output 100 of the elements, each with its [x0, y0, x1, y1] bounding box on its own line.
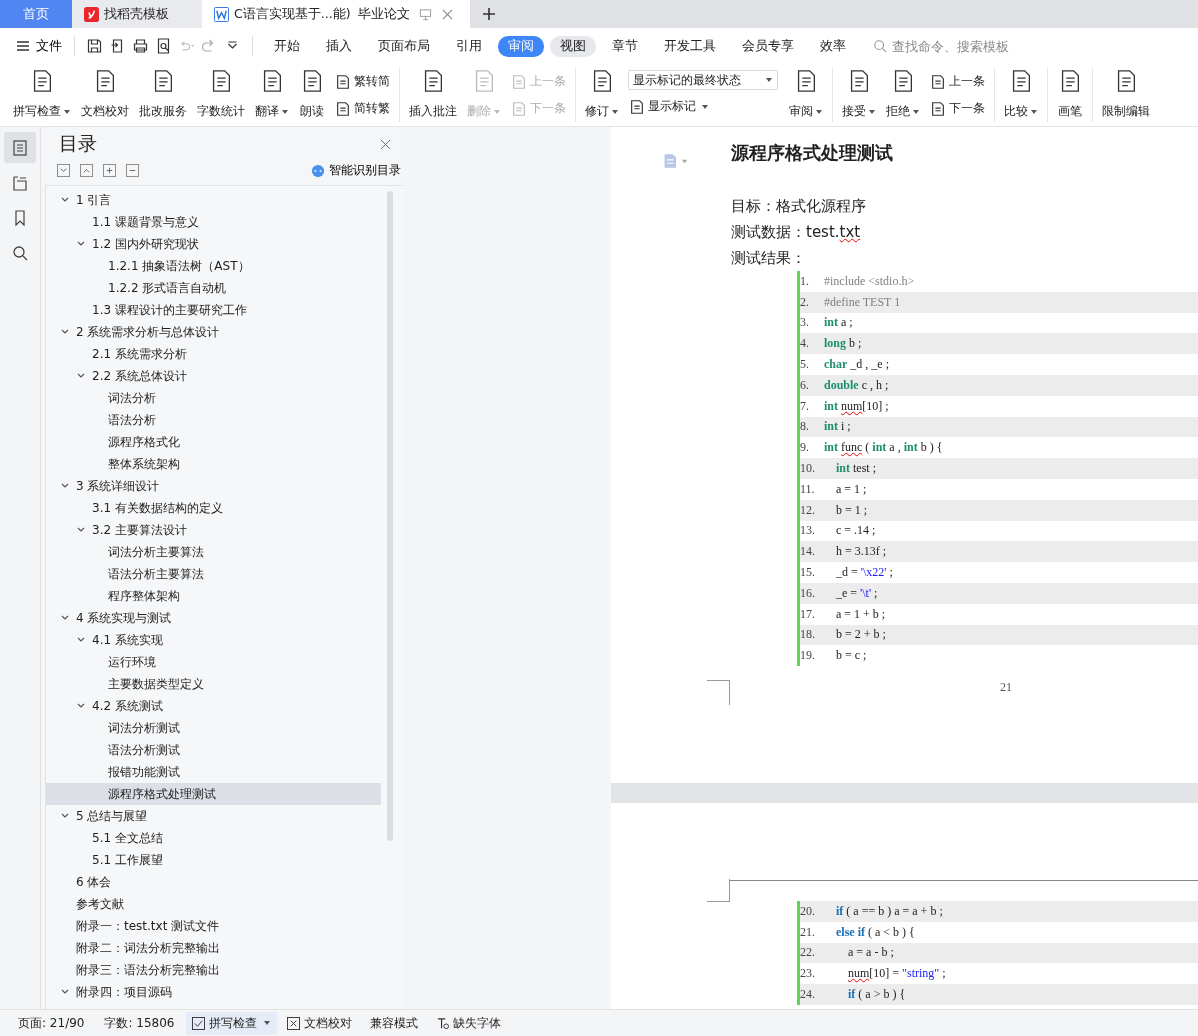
outline-item[interactable]: 1.2 国内外研究现状 — [46, 233, 381, 255]
outline-item[interactable]: 6 体会 — [46, 871, 381, 893]
ribbon-button[interactable]: 简转繁 — [330, 95, 395, 122]
outline-item[interactable]: 语法分析 — [46, 409, 381, 431]
outline-item[interactable]: 5.1 工作展望 — [46, 849, 381, 871]
ribbon-button[interactable]: 拼写检查 — [8, 68, 76, 122]
outline-item[interactable]: 源程序格式化 — [46, 431, 381, 453]
outline-item[interactable]: 附录一：test.txt 测试文件 — [46, 915, 381, 937]
ribbon-button[interactable]: 修订 — [580, 68, 624, 122]
outline-item[interactable]: 词法分析主要算法 — [46, 541, 381, 563]
ribbon-button[interactable]: 限制编辑 — [1097, 68, 1155, 122]
outline-item[interactable]: 词法分析 — [46, 387, 381, 409]
outline-item[interactable]: 4.2 系统测试 — [46, 695, 381, 717]
caret-icon — [1030, 107, 1038, 116]
new-tab-icon[interactable] — [482, 7, 496, 21]
preview-icon[interactable] — [155, 38, 172, 54]
outline-item[interactable]: 2.1 系统需求分析 — [46, 343, 381, 365]
outline-item[interactable]: 3.1 有关数据结构的定义 — [46, 497, 381, 519]
file-menu-button[interactable]: 文件 — [12, 35, 66, 57]
ribbon-button[interactable]: 审阅 — [784, 68, 828, 122]
ribbon-button[interactable]: 字数统计 — [192, 68, 250, 122]
outline-item[interactable]: 报错功能测试 — [46, 761, 381, 783]
smart-toc-button[interactable]: 智能识别目录 — [311, 162, 401, 179]
ribbon-button[interactable]: 上一条 — [925, 68, 990, 95]
ribbon-button[interactable]: 插入批注 — [404, 68, 462, 122]
code-line: b = 2 + b ; — [835, 627, 886, 643]
outline-item[interactable]: 1.1 课题背景与意义 — [46, 211, 381, 233]
expand-all-icon[interactable] — [57, 164, 70, 177]
ribbon-tab[interactable]: 引用 — [446, 35, 492, 57]
outline-item[interactable]: 4 系统实现与测试 — [46, 607, 381, 629]
ribbon-button[interactable]: 接受 — [837, 68, 881, 122]
ribbon-button[interactable]: 拒绝 — [881, 68, 925, 122]
ribbon-tab[interactable]: 章节 — [602, 35, 648, 57]
outline-item[interactable]: 词法分析测试 — [46, 717, 381, 739]
line-number: 7. — [800, 398, 810, 414]
plus-icon[interactable] — [103, 164, 116, 177]
proofread-button[interactable]: 文档校对 — [281, 1011, 359, 1035]
outline-item[interactable]: 1.2.1 抽象语法树（AST） — [46, 255, 381, 277]
outline-item[interactable]: 2.2 系统总体设计 — [46, 365, 381, 387]
ribbon-tab[interactable]: 会员专享 — [732, 35, 804, 57]
ribbon-tab[interactable]: 审阅 — [498, 35, 544, 57]
outline-item[interactable]: 程序整体架构 — [46, 585, 381, 607]
line-number: 8. — [800, 419, 810, 435]
code-line: h = 3.13f ; — [835, 544, 887, 560]
document-tab[interactable]: C语言实现基于...能) 毕业论文 — [202, 0, 470, 28]
close-icon[interactable] — [441, 7, 455, 21]
code-line: _d = '\x22' ; — [835, 565, 893, 581]
search-field[interactable]: 查找命令、搜索模板 — [873, 37, 1034, 55]
close-icon[interactable] — [380, 138, 391, 150]
outline-item[interactable]: 整体系统架构 — [46, 453, 381, 475]
ribbon-tab[interactable]: 页面布局 — [368, 35, 440, 57]
outline-item[interactable]: 5 总结与展望 — [46, 805, 381, 827]
outline-item[interactable]: 1.3 课程设计的主要研究工作 — [46, 299, 381, 321]
document-tab[interactable]: 首页 — [0, 0, 72, 28]
code-line: if ( a == b ) a = a + b ; — [835, 903, 943, 919]
ribbon-button[interactable]: 显示标记 — [624, 93, 784, 120]
outline-item[interactable]: 附录三：语法分析完整输出 — [46, 959, 381, 981]
markup-dropdown[interactable]: 显示标记的最终状态 — [628, 70, 778, 90]
document-icon — [930, 73, 946, 90]
outline-item[interactable]: 语法分析主要算法 — [46, 563, 381, 585]
ribbon-tab[interactable]: 开始 — [264, 35, 310, 57]
outline-item[interactable]: 语法分析测试 — [46, 739, 381, 761]
ribbon-tab[interactable]: 开发工具 — [654, 35, 726, 57]
outline-item[interactable]: 4.1 系统实现 — [46, 629, 381, 651]
ribbon-tab[interactable]: 视图 — [550, 35, 596, 57]
ribbon-button[interactable]: 文档校对 — [76, 68, 134, 122]
missing-fonts-button[interactable]: 缺失字体 — [430, 1011, 508, 1035]
outline-item[interactable]: 3 系统详细设计 — [46, 475, 381, 497]
ribbon-button[interactable]: 比较 — [999, 68, 1043, 122]
font-icon — [436, 1016, 450, 1030]
ribbon-button[interactable]: 画笔 — [1052, 68, 1088, 122]
outline-item[interactable]: 1.2.2 形式语言自动机 — [46, 277, 381, 299]
ribbon-tab[interactable]: 插入 — [316, 35, 362, 57]
minus-icon[interactable] — [126, 164, 139, 177]
outline-item[interactable]: 主要数据类型定义 — [46, 673, 381, 695]
ribbon-tab[interactable]: 效率 — [810, 35, 856, 57]
outline-item[interactable]: 运行环境 — [46, 651, 381, 673]
spell-check-button[interactable]: 拼写检查 — [186, 1011, 278, 1035]
ribbon-button[interactable]: 下一条 — [925, 95, 990, 122]
document-tab[interactable]: 找稻壳模板 — [72, 0, 202, 28]
outline-item[interactable]: 1 引言 — [46, 189, 381, 211]
scrollbar-thumb[interactable] — [387, 191, 393, 841]
outline-item[interactable]: 源程序格式处理测试 — [46, 783, 381, 805]
outline-item[interactable]: 2 系统需求分析与总体设计 — [46, 321, 381, 343]
ribbon-button[interactable]: 批改服务 — [134, 68, 192, 122]
outline-item[interactable]: 5.1 全文总结 — [46, 827, 381, 849]
monitor-icon[interactable] — [419, 7, 433, 21]
ribbon-button[interactable]: 朗读 — [294, 68, 330, 122]
outline-item[interactable]: 参考文献 — [46, 893, 381, 915]
caret-icon — [701, 102, 709, 111]
ribbon-button[interactable]: 翻译 — [250, 68, 294, 122]
ribbon-button[interactable]: 繁转简 — [330, 68, 395, 95]
print-icon[interactable] — [132, 38, 149, 54]
outline-item[interactable]: 附录四：项目源码 — [46, 981, 381, 1003]
outline-item[interactable]: 3.2 主要算法设计 — [46, 519, 381, 541]
collapse-all-icon[interactable] — [80, 164, 93, 177]
menu-icon[interactable] — [16, 40, 30, 52]
code-line: b = 1 ; — [835, 502, 868, 518]
save-icon[interactable] — [86, 38, 103, 54]
outline-item[interactable]: 附录二：词法分析完整输出 — [46, 937, 381, 959]
